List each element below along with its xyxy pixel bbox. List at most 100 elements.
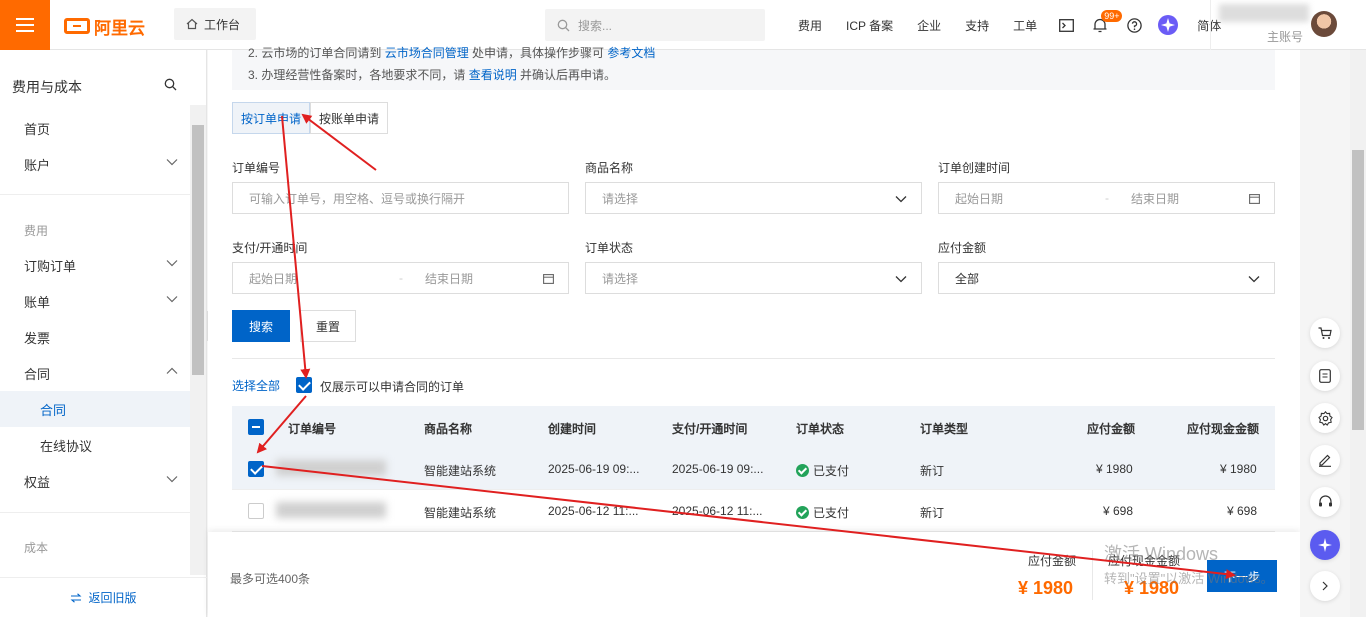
table-header: 订单编号 商品名称 创建时间 支付/开通时间 订单状态 订单类型 应付金额 应付… (232, 406, 1275, 448)
header-select-checkbox[interactable] (248, 419, 264, 435)
row-checkbox[interactable] (248, 461, 264, 477)
search-icon[interactable] (164, 78, 177, 91)
scrollbar-thumb[interactable] (192, 125, 204, 375)
create-time-label: 订单创建时间 (938, 161, 1011, 175)
cell-amount: ¥ 1980 (1096, 462, 1133, 476)
notification-button[interactable]: 99+ (1083, 0, 1123, 50)
notice-text: 3. 办理经营性备案时，各地要求不同，请 (248, 68, 466, 82)
only-contractable-checkbox[interactable] (296, 377, 312, 393)
headset-icon (1318, 495, 1332, 507)
select-all-link[interactable]: 选择全部 (232, 377, 280, 394)
tab-by-bill[interactable]: 按账单申请 (310, 102, 389, 134)
edit-button[interactable] (1310, 445, 1340, 475)
table-row[interactable]: 智能建站系统 2025-06-12 11:... 2025-06-12 11:.… (232, 490, 1275, 532)
customer-service-button[interactable] (1310, 487, 1340, 517)
notice-text: 并确认后再申请。 (520, 68, 617, 82)
assistant-rail-button[interactable] (1310, 530, 1340, 560)
nav-ticket[interactable]: 工单 (1001, 17, 1049, 34)
cell-cash: ¥ 698 (1227, 504, 1258, 518)
marketplace-contract-link[interactable]: 云市场合同管理 (385, 46, 469, 60)
sidebar-item-account[interactable]: 账户 (0, 146, 190, 182)
create-time-range[interactable]: 起始日期 - 结束日期 (938, 182, 1275, 214)
product-placeholder: 请选择 (602, 191, 639, 206)
view-instructions-link[interactable]: 查看说明 (469, 68, 517, 82)
product-select[interactable]: 请选择 (585, 182, 922, 214)
sparkle-assistant-icon (1158, 15, 1179, 35)
sidebar-item-bills[interactable]: 账单 (0, 283, 190, 319)
menu-icon[interactable] (0, 0, 50, 50)
cell-cash: ¥ 1980 (1220, 462, 1257, 476)
avatar[interactable] (1311, 11, 1337, 37)
table-row[interactable]: 智能建站系统 2025-06-19 09:... 2025-06-19 09:.… (232, 448, 1275, 490)
row-checkbox[interactable] (248, 503, 264, 519)
sidebar-item-online-agreement[interactable]: 在线协议 (0, 427, 190, 463)
sidebar-item-benefits[interactable]: 权益 (0, 463, 190, 499)
order-id-blurred (276, 460, 386, 476)
sidebar-item-label: 发票 (24, 330, 51, 346)
notice-text: 处申请，具体操作步骤可 (472, 46, 605, 60)
terminal-icon (1058, 18, 1074, 32)
sidebar-item-label: 订购订单 (24, 258, 77, 274)
col-product: 商品名称 (424, 422, 473, 436)
cell-status: 已支付 (796, 462, 849, 479)
sidebar-item-home[interactable]: 首页 (0, 110, 190, 146)
chevron-down-icon (166, 476, 178, 483)
assistant-button[interactable] (1151, 0, 1185, 50)
expand-rail-button[interactable] (1310, 571, 1340, 601)
nav-support[interactable]: 支持 (953, 17, 1001, 34)
workbench-button[interactable]: 工作台 (174, 8, 256, 40)
account-menu[interactable]: 主账号 (1210, 0, 1366, 50)
sidebar-group-label: 成本 (24, 540, 49, 555)
cell-type: 新订 (920, 464, 945, 478)
cart-icon (1318, 326, 1332, 339)
sidebar-group-label: 费用 (24, 223, 49, 238)
pencil-icon (1319, 454, 1331, 467)
right-tool-rail (1300, 50, 1350, 617)
nav-icp[interactable]: ICP 备案 (834, 17, 905, 34)
footer-bar: 最多可选400条 应付金额 ¥ 1980 应付现金金额 ¥ 1980 下一步 激… (208, 532, 1300, 617)
settings-button[interactable] (1310, 403, 1340, 433)
apply-mode-tabs: 按订单申请 按账单申请 (232, 102, 389, 134)
scrollbar-thumb[interactable] (1352, 150, 1364, 430)
sidebar-item-contract[interactable]: 合同 (0, 355, 190, 391)
sidebar-item-contract-sub[interactable]: 合同 (0, 391, 190, 427)
sidebar-title: 费用与成本 (12, 79, 82, 95)
pay-time-range[interactable]: 起始日期 - 结束日期 (232, 262, 569, 294)
search-placeholder: 搜索... (578, 18, 613, 33)
account-type: 主账号 (1267, 30, 1304, 44)
sidebar-scrollbar[interactable] (190, 105, 206, 575)
search-button[interactable]: 搜索 (232, 310, 290, 342)
help-button[interactable] (1117, 0, 1151, 50)
notice-text: 2. 云市场的订单合同请到 (248, 46, 382, 60)
col-paid: 支付/开通时间 (672, 422, 748, 436)
back-to-old-version[interactable]: 返回旧版 (0, 577, 207, 617)
terminal-button[interactable] (1049, 0, 1083, 50)
col-type: 订单类型 (920, 422, 969, 436)
tab-by-order[interactable]: 按订单申请 (232, 102, 311, 134)
reference-doc-link[interactable]: 参考文档 (607, 46, 655, 60)
page-scrollbar[interactable] (1350, 50, 1366, 617)
sparkle-assistant-icon (1318, 538, 1332, 552)
main-content: 2. 云市场的订单合同请到 云市场合同管理 处申请，具体操作步骤可 参考文档 3… (208, 46, 1300, 617)
status-select[interactable]: 请选择 (585, 262, 922, 294)
cell-paid: 2025-06-19 09:... (672, 462, 764, 476)
sidebar-item-orders[interactable]: 订购订单 (0, 247, 190, 283)
order-no-input[interactable]: 可输入订单号，用空格、逗号或换行隔开 (232, 182, 569, 214)
logo[interactable]: 阿里云 (64, 14, 145, 38)
chevron-down-icon (166, 296, 178, 303)
status-placeholder: 请选择 (602, 271, 639, 286)
search-input[interactable]: 搜索... (545, 9, 765, 41)
amount-select[interactable]: 全部 (938, 262, 1275, 294)
product-label: 商品名称 (585, 161, 634, 175)
invoice-tool-button[interactable] (1310, 361, 1340, 391)
sidebar-item-invoice[interactable]: 发票 (0, 319, 190, 355)
nav-fees[interactable]: 费用 (786, 17, 834, 34)
search-icon (557, 19, 570, 31)
end-date-placeholder: 结束日期 (425, 271, 474, 286)
order-no-placeholder: 可输入订单号，用空格、逗号或换行隔开 (249, 191, 466, 206)
cart-button[interactable] (1310, 318, 1340, 348)
nav-enterprise[interactable]: 企业 (905, 17, 953, 34)
reset-button[interactable]: 重置 (300, 310, 356, 342)
logo-text: 阿里云 (94, 18, 145, 38)
chevron-down-icon (895, 196, 907, 203)
